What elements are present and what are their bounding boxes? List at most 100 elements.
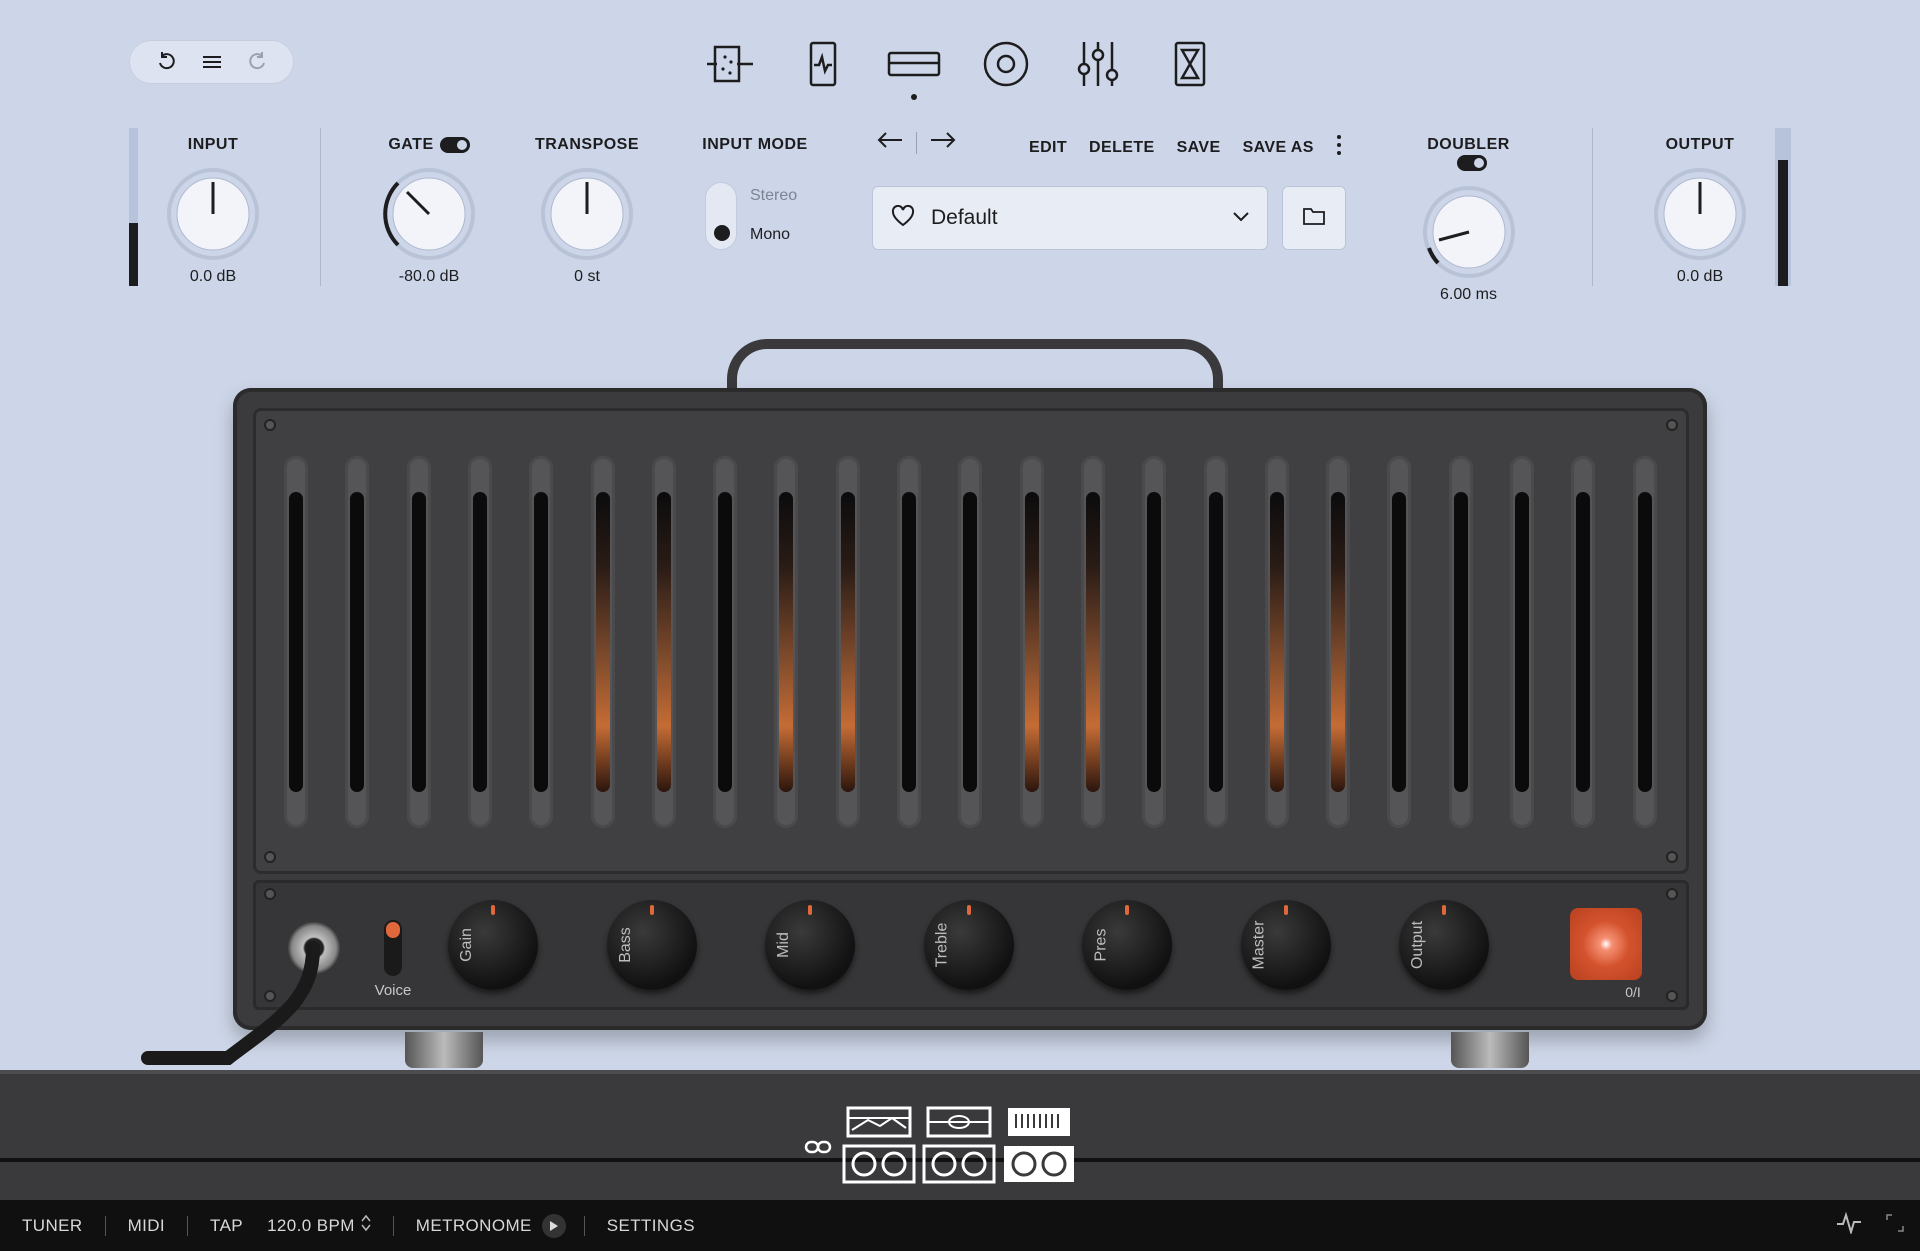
- save-button[interactable]: SAVE: [1177, 139, 1221, 157]
- tube-slot: [774, 456, 799, 828]
- resize-icon[interactable]: [1886, 1214, 1920, 1237]
- grille-slot: [958, 456, 983, 828]
- doubler-knob[interactable]: [1421, 184, 1517, 280]
- slot-opening: [1208, 492, 1223, 792]
- amp-knob-treble[interactable]: Treble: [923, 900, 1014, 990]
- link-icon[interactable]: [804, 1138, 832, 1161]
- knob-pointer: [491, 905, 495, 915]
- input-knob[interactable]: [165, 166, 261, 262]
- power-button[interactable]: [1570, 908, 1642, 980]
- input-noise-icon[interactable]: [700, 34, 760, 94]
- edit-button[interactable]: EDIT: [1029, 139, 1067, 157]
- slot-opening: [1331, 492, 1346, 792]
- save-as-button[interactable]: SAVE AS: [1243, 139, 1314, 157]
- bpm-value[interactable]: 120.0 BPM: [255, 1216, 361, 1236]
- preset-actions: EDIT DELETE SAVE SAVE AS: [1029, 134, 1342, 161]
- amp-head-icon[interactable]: [884, 34, 944, 100]
- transpose-knob[interactable]: [539, 166, 635, 262]
- amp-foot: [1451, 1032, 1529, 1068]
- grille-slot: [1571, 456, 1596, 828]
- divider: [320, 128, 321, 286]
- input-control: INPUT 0.0 dB: [158, 136, 268, 286]
- slot-opening: [1024, 492, 1039, 792]
- pedal-icon[interactable]: [792, 34, 852, 94]
- prev-preset-arrow-icon[interactable]: [876, 130, 904, 155]
- amp-slot-3-icon[interactable]: [1006, 1106, 1072, 1138]
- amp-knob-pres[interactable]: Pres: [1082, 900, 1172, 990]
- knob-pointer: [649, 905, 654, 915]
- tube-slot: [651, 456, 676, 828]
- output-knob[interactable]: [1652, 166, 1748, 262]
- amp-knob-label: Master: [1250, 920, 1268, 970]
- slot-opening: [1453, 492, 1468, 792]
- tube-slot: [1019, 456, 1044, 828]
- slot-opening: [289, 492, 303, 792]
- folder-icon: [1303, 207, 1325, 230]
- amp-knob-output[interactable]: Output: [1399, 900, 1489, 990]
- amp-knob-bass[interactable]: Bass: [606, 900, 697, 990]
- undo-icon[interactable]: [152, 47, 182, 77]
- divider: [1592, 128, 1593, 286]
- mono-option[interactable]: Mono: [750, 226, 790, 244]
- play-icon[interactable]: [541, 1213, 566, 1238]
- slot-opening: [718, 492, 733, 792]
- delete-button[interactable]: DELETE: [1089, 139, 1155, 157]
- output-value: 0.0 dB: [1676, 268, 1724, 285]
- more-vertical-icon[interactable]: [1336, 134, 1342, 161]
- amp-knob-label: Treble: [933, 922, 951, 968]
- grille-slot: [1448, 456, 1473, 828]
- slot-opening: [1637, 492, 1652, 792]
- active-indicator: [911, 94, 917, 100]
- midi-button[interactable]: MIDI: [106, 1216, 187, 1236]
- amp-slot-1-icon[interactable]: [846, 1106, 912, 1138]
- screw: [1666, 851, 1678, 863]
- tuner-button[interactable]: TUNER: [0, 1216, 105, 1236]
- grille-slot: [1203, 456, 1228, 828]
- cab-slot-3-icon[interactable]: [1002, 1144, 1076, 1184]
- gate-value: -80.0 dB: [398, 268, 460, 285]
- output-level-meter: [1775, 128, 1791, 286]
- knob-pointer: [1283, 905, 1288, 915]
- amp-knob-master[interactable]: Master: [1240, 900, 1331, 990]
- grille-slot: [713, 456, 738, 828]
- mixer-sliders-icon[interactable]: [1068, 34, 1128, 94]
- input-mode-switch[interactable]: [705, 182, 737, 250]
- gate-knob[interactable]: [381, 166, 477, 262]
- tap-button[interactable]: TAP: [188, 1216, 255, 1236]
- redo-icon[interactable]: [242, 47, 272, 77]
- slot-opening: [779, 492, 794, 792]
- hamburger-icon[interactable]: [197, 47, 227, 77]
- gate-toggle[interactable]: [439, 136, 470, 153]
- knob-pointer: [808, 905, 812, 915]
- output-level-fill: [1778, 159, 1788, 286]
- amp-slot-2-icon[interactable]: [926, 1106, 992, 1138]
- settings-button[interactable]: SETTINGS: [585, 1216, 717, 1236]
- hourglass-icon[interactable]: [1160, 34, 1220, 94]
- amp-knob-mid[interactable]: Mid: [765, 900, 855, 990]
- folder-button[interactable]: [1282, 186, 1346, 250]
- preset-dropdown[interactable]: Default: [872, 186, 1268, 250]
- cab-slot-2-icon[interactable]: [922, 1144, 996, 1184]
- next-preset-arrow-icon[interactable]: [929, 130, 957, 155]
- slot-opening: [1515, 492, 1529, 792]
- slot-opening: [411, 492, 426, 792]
- cab-slot-1-icon[interactable]: [842, 1144, 916, 1184]
- amp-knob-gain[interactable]: Gain: [448, 900, 538, 990]
- bpm-stepper-icon[interactable]: [361, 1214, 393, 1237]
- amp-knob-label: Pres: [1092, 928, 1109, 962]
- slot-opening: [902, 492, 916, 792]
- voice-switch[interactable]: [384, 920, 402, 976]
- doubler-value: 6.00 ms: [1440, 286, 1497, 303]
- amp-knob-label: Mid: [775, 932, 792, 958]
- stereo-option[interactable]: Stereo: [750, 187, 797, 205]
- slot-opening: [1392, 492, 1407, 792]
- divider: [916, 131, 917, 154]
- amp-knob-label: Gain: [458, 928, 476, 962]
- activity-icon[interactable]: [1836, 1211, 1886, 1239]
- doubler-toggle[interactable]: [1456, 154, 1487, 171]
- gate-control: GATE -80.0 dB: [374, 136, 484, 286]
- output-label: OUTPUT: [1665, 136, 1735, 153]
- speaker-cab-icon[interactable]: [976, 34, 1036, 94]
- knob-pointer: [966, 905, 971, 915]
- heart-icon[interactable]: [891, 204, 915, 232]
